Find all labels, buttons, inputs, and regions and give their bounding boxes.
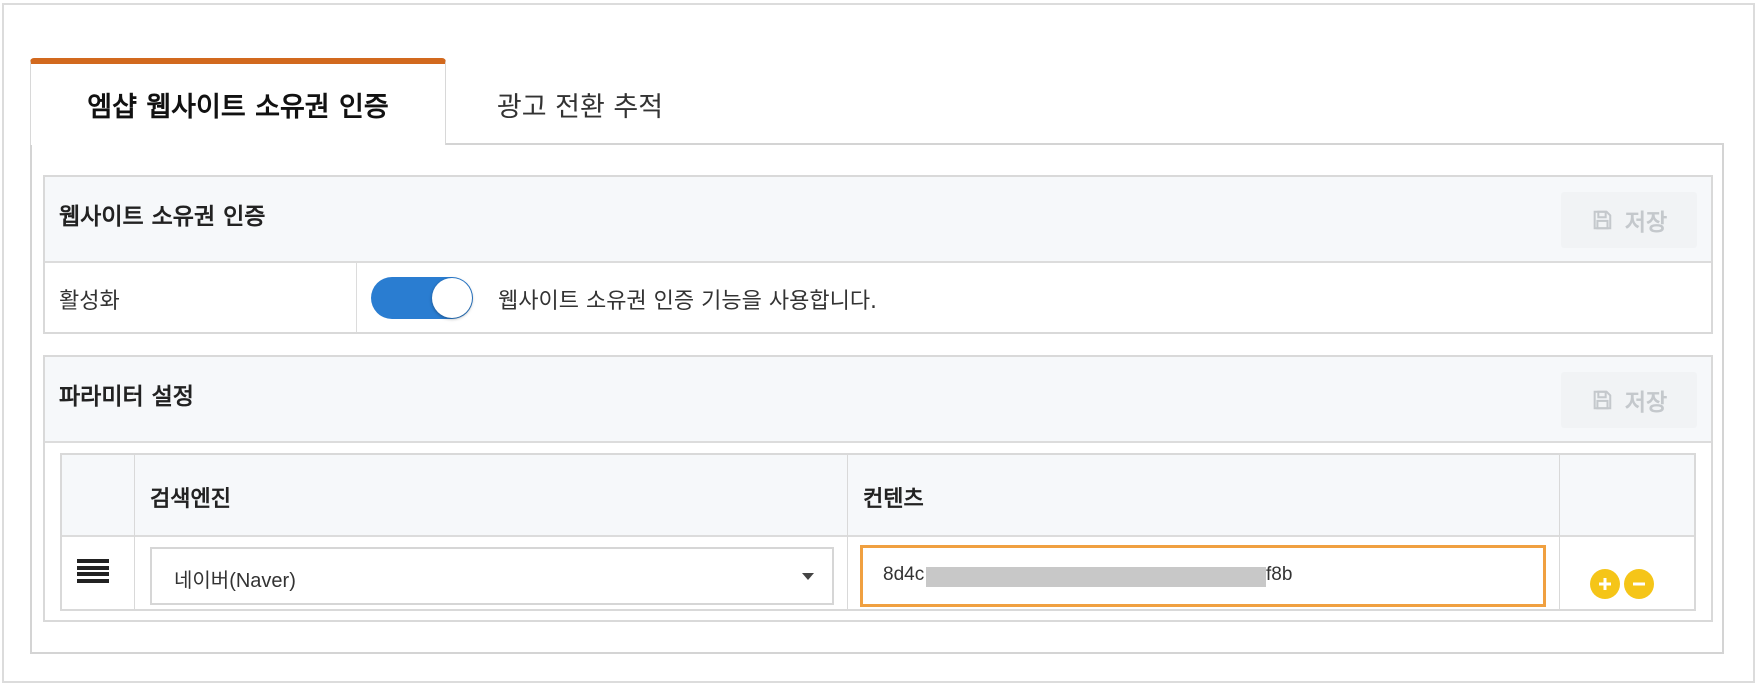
column-divider bbox=[134, 455, 135, 609]
redaction-bar bbox=[926, 567, 1266, 587]
parameters-panel: 파라미터 설정 저장 검색엔진 컨텐츠 네이버(Naver) 8d4c f8b bbox=[43, 355, 1713, 622]
panel-title: 웹사이트 소유권 인증 bbox=[59, 204, 266, 230]
plus-glyph bbox=[1599, 578, 1611, 590]
tab-label: 엠샵 웹사이트 소유권 인증 bbox=[87, 92, 389, 123]
select-value: 네이버(Naver) bbox=[174, 570, 296, 592]
save-label: 저장 bbox=[1624, 390, 1668, 416]
toggle-description: 웹사이트 소유권 인증 기능을 사용합니다. bbox=[498, 289, 878, 314]
content-value-prefix: 8d4c bbox=[883, 564, 925, 585]
parameters-table: 검색엔진 컨텐츠 네이버(Naver) 8d4c f8b bbox=[60, 453, 1696, 611]
header-search-engine: 검색엔진 bbox=[150, 487, 231, 512]
header-content: 컨텐츠 bbox=[863, 487, 924, 512]
save-button[interactable]: 저장 bbox=[1561, 372, 1697, 428]
minus-glyph bbox=[1633, 582, 1645, 586]
activate-row: 활성화 웹사이트 소유권 인증 기능을 사용합니다. bbox=[45, 263, 1711, 332]
save-label: 저장 bbox=[1624, 210, 1668, 236]
column-divider bbox=[1559, 455, 1560, 609]
tab-mshop-ownership[interactable]: 엠샵 웹사이트 소유권 인증 bbox=[30, 58, 446, 145]
ownership-panel: 웹사이트 소유권 인증 저장 활성화 웹사이트 소유권 인증 기능을 사용합니다… bbox=[43, 175, 1713, 334]
chevron-down-icon bbox=[802, 573, 814, 580]
tab-ad-conversion[interactable]: 광고 전환 추적 bbox=[470, 62, 690, 146]
search-engine-select[interactable]: 네이버(Naver) bbox=[150, 547, 834, 605]
content-value-suffix: f8b bbox=[1266, 564, 1293, 585]
content-input[interactable]: 8d4c f8b bbox=[860, 545, 1546, 607]
row-divider bbox=[356, 263, 357, 332]
tab-label: 광고 전환 추적 bbox=[496, 91, 664, 123]
floppy-disk-icon bbox=[1593, 210, 1612, 230]
column-divider bbox=[847, 455, 848, 609]
save-button[interactable]: 저장 bbox=[1561, 192, 1697, 248]
drag-handle-icon[interactable] bbox=[77, 559, 109, 583]
panel-header: 파라미터 설정 저장 bbox=[45, 357, 1711, 443]
panel-header: 웹사이트 소유권 인증 저장 bbox=[45, 177, 1711, 263]
activate-label: 활성화 bbox=[59, 289, 120, 314]
panel-title: 파라미터 설정 bbox=[59, 384, 194, 410]
activate-toggle[interactable] bbox=[371, 277, 473, 319]
plus-circle-icon[interactable] bbox=[1590, 569, 1620, 599]
minus-circle-icon[interactable] bbox=[1624, 569, 1654, 599]
toggle-knob bbox=[432, 278, 472, 318]
floppy-disk-icon bbox=[1593, 390, 1612, 410]
